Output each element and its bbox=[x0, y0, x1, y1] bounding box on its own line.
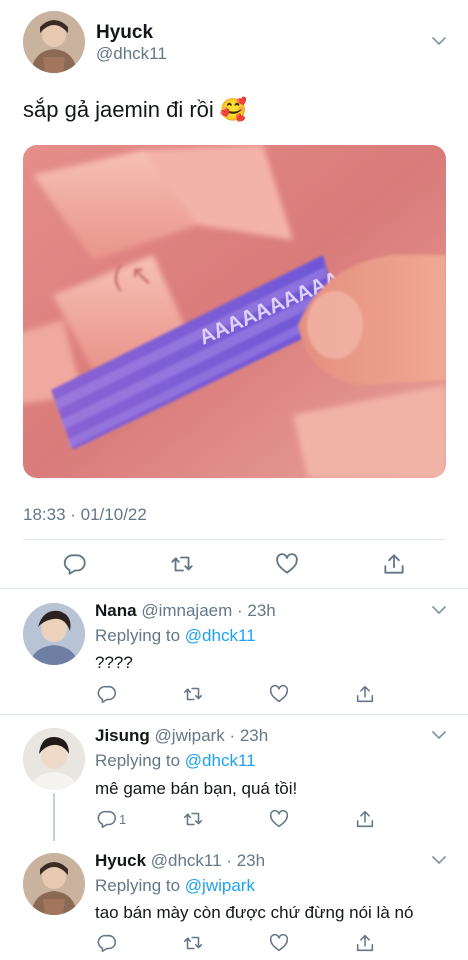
replying-to-link[interactable]: @dhck11 bbox=[185, 751, 256, 770]
retweet-icon[interactable] bbox=[169, 551, 195, 577]
replying-to-line: Replying to @dhck11 bbox=[95, 626, 256, 646]
heart-icon[interactable] bbox=[268, 808, 290, 830]
share-icon[interactable] bbox=[381, 551, 407, 577]
heart-icon[interactable] bbox=[268, 683, 290, 705]
replying-to-line: Replying to @jwipark bbox=[95, 876, 255, 896]
divider bbox=[0, 714, 468, 715]
replying-to-label: Replying to bbox=[95, 751, 185, 770]
share-icon[interactable] bbox=[354, 932, 376, 954]
reply-author-line[interactable]: Nana @imnajaem · 23h bbox=[95, 601, 276, 621]
reply-icon[interactable] bbox=[96, 932, 118, 954]
reply-avatar[interactable] bbox=[23, 603, 85, 665]
replying-to-line: Replying to @dhck11 bbox=[95, 751, 256, 771]
author-handle[interactable]: @dhck11 bbox=[96, 44, 167, 64]
divider bbox=[0, 588, 468, 589]
retweet-icon[interactable] bbox=[182, 932, 204, 954]
replying-to-link[interactable]: @jwipark bbox=[185, 876, 255, 895]
reply-author-handle[interactable]: @jwipark bbox=[155, 726, 225, 745]
retweet-icon[interactable] bbox=[182, 683, 204, 705]
divider bbox=[23, 539, 446, 540]
reply-time: · 23h bbox=[229, 726, 269, 745]
reply-count: 1 bbox=[119, 812, 127, 827]
replying-to-link[interactable]: @dhck11 bbox=[185, 626, 256, 645]
retweet-icon[interactable] bbox=[182, 808, 204, 830]
reply-author-handle[interactable]: @imnajaem bbox=[141, 601, 232, 620]
svg-text:( ↖: ( ↖ bbox=[113, 260, 154, 291]
tweet-text: sắp gả jaemin đi rồi 🥰 bbox=[23, 97, 248, 122]
reply-text: ???? bbox=[95, 653, 133, 672]
replying-to-label: Replying to bbox=[95, 876, 185, 895]
reply-avatar[interactable] bbox=[23, 728, 85, 790]
reply-icon[interactable] bbox=[96, 808, 118, 830]
heart-icon[interactable] bbox=[274, 551, 300, 577]
reply-author-line[interactable]: Jisung @jwipark · 23h bbox=[95, 726, 268, 746]
reply-text: mê game bán bạn, quá tồi! bbox=[95, 779, 298, 798]
share-icon[interactable] bbox=[354, 683, 376, 705]
reply-author-name[interactable]: Hyuck bbox=[95, 851, 146, 870]
tweet-media-image[interactable]: ( ↖ AAAAAAAAAA bbox=[23, 145, 446, 478]
author-name[interactable]: Hyuck bbox=[96, 22, 153, 44]
reply-author-name[interactable]: Nana bbox=[95, 601, 137, 620]
reply-author-name[interactable]: Jisung bbox=[95, 726, 150, 745]
share-icon[interactable] bbox=[354, 808, 376, 830]
chevron-down-icon[interactable] bbox=[430, 601, 448, 619]
reply-icon[interactable] bbox=[62, 551, 88, 577]
reply-time: · 23h bbox=[226, 851, 266, 870]
thread-connector-line bbox=[53, 793, 55, 841]
reply-author-handle[interactable]: @dhck11 bbox=[151, 851, 222, 870]
tweet-timestamp[interactable]: 18:33 · 01/10/22 bbox=[23, 505, 147, 525]
heart-icon[interactable] bbox=[268, 932, 290, 954]
chevron-down-icon[interactable] bbox=[430, 32, 448, 50]
reply-author-line[interactable]: Hyuck @dhck11 · 23h bbox=[95, 851, 265, 871]
chevron-down-icon[interactable] bbox=[430, 726, 448, 744]
author-avatar[interactable] bbox=[23, 11, 85, 73]
replying-to-label: Replying to bbox=[95, 626, 185, 645]
reply-icon[interactable] bbox=[96, 683, 118, 705]
chevron-down-icon[interactable] bbox=[430, 851, 448, 869]
reply-avatar[interactable] bbox=[23, 853, 85, 915]
reply-time: · 23h bbox=[237, 601, 276, 620]
reply-text: tao bán mày còn được chứ đừng nói là nó bbox=[95, 903, 414, 922]
